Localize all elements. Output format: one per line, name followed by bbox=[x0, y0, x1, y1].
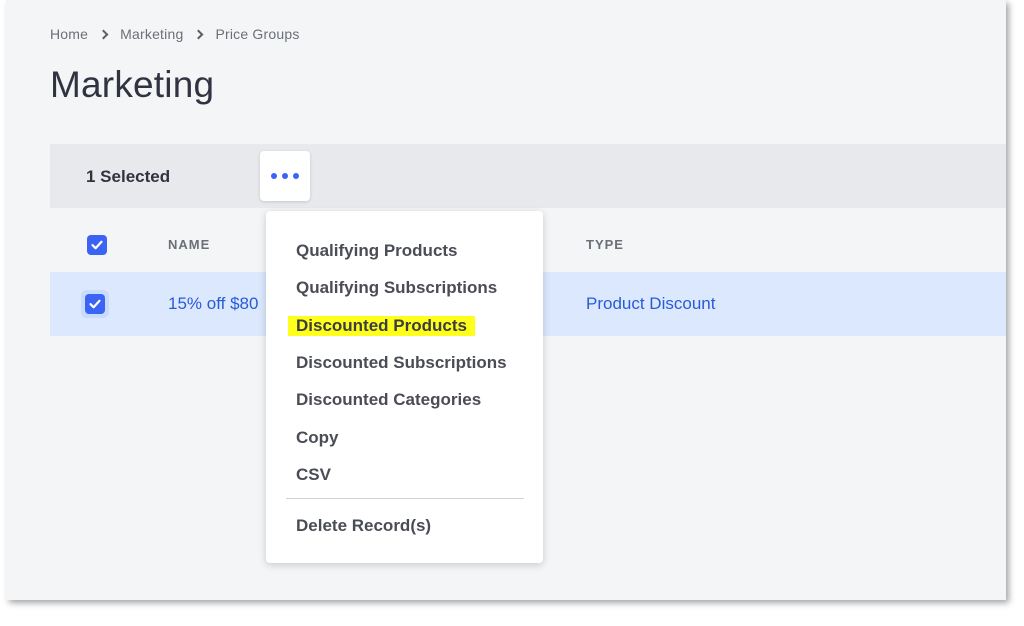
breadcrumb-home[interactable]: Home bbox=[50, 26, 88, 42]
column-header-type[interactable]: TYPE bbox=[586, 237, 624, 252]
check-icon bbox=[89, 299, 101, 309]
menu-item-qualifying-products[interactable]: Qualifying Products bbox=[296, 241, 458, 261]
row-type: Product Discount bbox=[586, 294, 716, 313]
ellipsis-icon bbox=[271, 173, 277, 179]
app-frame: Home Marketing Price Groups Marketing 1 … bbox=[6, 0, 1006, 600]
selected-count: 1 Selected bbox=[86, 167, 171, 186]
menu-item-csv[interactable]: CSV bbox=[296, 465, 331, 485]
chevron-right-icon bbox=[98, 28, 110, 40]
menu-item-discounted-products[interactable]: Discounted Products bbox=[288, 316, 475, 336]
menu-item-delete-records[interactable]: Delete Record(s) bbox=[296, 516, 431, 536]
check-icon bbox=[91, 240, 103, 250]
menu-item-qualifying-subscriptions[interactable]: Qualifying Subscriptions bbox=[296, 278, 497, 298]
selection-bar: 1 Selected bbox=[50, 144, 1006, 208]
breadcrumb: Home Marketing Price Groups bbox=[50, 26, 300, 42]
menu-item-discounted-subscriptions[interactable]: Discounted Subscriptions bbox=[296, 353, 507, 373]
breadcrumb-marketing[interactable]: Marketing bbox=[120, 26, 183, 42]
actions-dropdown-menu: Qualifying Products Qualifying Subscript… bbox=[266, 211, 543, 563]
menu-item-copy[interactable]: Copy bbox=[296, 428, 339, 448]
menu-divider bbox=[286, 498, 524, 499]
row-checkbox[interactable] bbox=[85, 294, 105, 314]
chevron-right-icon bbox=[193, 28, 205, 40]
breadcrumb-price-groups[interactable]: Price Groups bbox=[215, 26, 299, 42]
menu-item-discounted-categories[interactable]: Discounted Categories bbox=[296, 390, 481, 410]
column-header-name[interactable]: NAME bbox=[168, 237, 210, 252]
row-name-link[interactable]: 15% off $80 bbox=[168, 294, 258, 314]
page-title: Marketing bbox=[50, 64, 215, 105]
more-actions-button[interactable] bbox=[260, 151, 310, 201]
select-all-checkbox[interactable] bbox=[87, 235, 107, 255]
